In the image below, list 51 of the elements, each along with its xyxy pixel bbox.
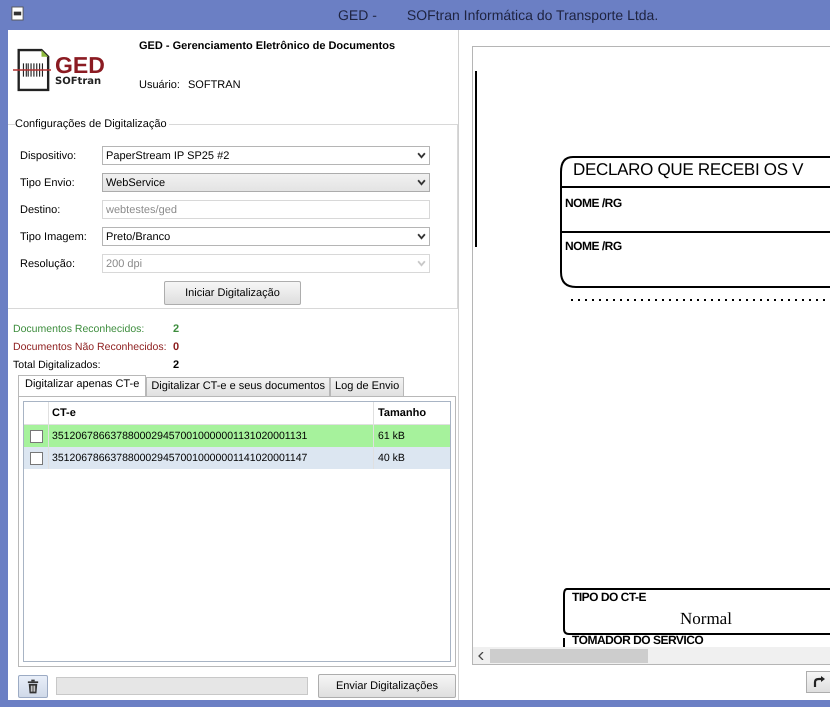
tab[interactable]: Log de Envio — [330, 377, 404, 396]
field-label: Tipo Imagem: — [20, 230, 88, 242]
form-text: TIPO DO CT-E — [572, 591, 646, 603]
window-title: SOFtran Informática do Transporte Ltda. — [406, 7, 658, 23]
table-cell-text: 40 kB — [377, 451, 405, 466]
start-scan-button[interactable]: Iniciar Digitalização — [164, 281, 301, 305]
logo: GED SOFtran — [13, 44, 131, 96]
field-label: Resolução: — [20, 258, 76, 270]
scroll-thumb[interactable] — [490, 648, 648, 662]
field-label: Dispositivo: — [20, 150, 78, 162]
stat-value: 2 — [173, 359, 180, 371]
stat-label: Documentos Não Reconhecidos: — [13, 341, 168, 353]
window-title: GED - — [338, 7, 377, 23]
dropdown[interactable]: PaperStream IP SP25 #2 — [102, 146, 430, 165]
checkbox[interactable] — [30, 430, 42, 442]
user-name: SOFTRAN — [188, 79, 241, 91]
stat-value: 0 — [173, 341, 180, 353]
form-text: Normal — [680, 610, 732, 627]
field-label: Tipo Envio: — [20, 176, 76, 188]
delete-button[interactable] — [18, 674, 48, 698]
table-row[interactable]: 35120678663788000294570010000001131020001131 61 kB — [24, 425, 450, 447]
send-button[interactable]: Enviar Digitalizações — [318, 674, 456, 698]
checkbox[interactable] — [30, 452, 42, 464]
dropdown[interactable]: Preto/Branco — [102, 227, 430, 246]
dropdown[interactable]: WebService — [102, 173, 430, 192]
field-label: Destino: — [20, 204, 62, 216]
form-text: DECLARO QUE RECEBI OS V — [573, 161, 804, 178]
table-cell-text: 61 kB — [377, 429, 405, 444]
stat-value: 2 — [173, 323, 180, 335]
table-cell: 35120678663788000294570010000001141020001147 — [49, 447, 374, 469]
stat-label: Documentos Reconhecidos: — [13, 323, 146, 335]
stat-label: Total Digitalizados: — [13, 359, 102, 371]
trash-icon[interactable] — [27, 678, 39, 694]
document-icon — [11, 6, 24, 21]
user-label: Usuário: — [139, 79, 180, 91]
rotate-icon[interactable] — [812, 676, 824, 688]
form-text: TOMADOR DO SERVICO — [572, 634, 704, 646]
form-text: NOME /RG — [565, 240, 622, 252]
app-title: GED - Gerenciamento Eletrônico de Documentos — [139, 40, 396, 52]
column-header: Tamanho — [377, 406, 426, 421]
form-text: NOME /RG — [565, 197, 622, 209]
horizontal-scrollbar[interactable] — [473, 647, 830, 664]
caret-icon[interactable] — [417, 179, 426, 186]
column-header: CT-e — [49, 402, 374, 424]
group-title: Configurações de Digitalização — [15, 118, 169, 130]
caret-icon[interactable] — [417, 233, 426, 240]
table-row[interactable]: 35120678663788000294570010000001141020001147 40 kB — [24, 447, 450, 469]
caret-icon[interactable] — [417, 152, 426, 159]
rotate-button[interactable] — [806, 671, 830, 693]
tab[interactable]: Digitalizar apenas CT-e — [18, 375, 146, 396]
tab[interactable]: Digitalizar CT-e e seus documentos — [146, 377, 330, 396]
